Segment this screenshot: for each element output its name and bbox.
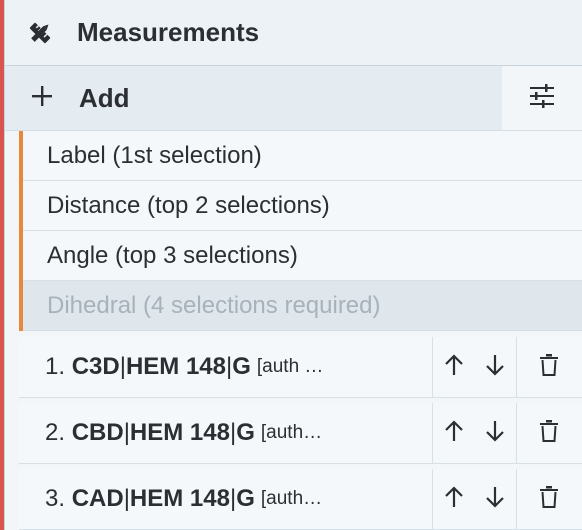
arrow-up-icon bbox=[444, 419, 464, 447]
add-measurement-menu: Label (1st selection) Distance (top 2 se… bbox=[19, 131, 582, 331]
arrow-down-icon bbox=[485, 486, 505, 513]
move-down-button[interactable] bbox=[474, 337, 516, 397]
add-button-label: Add bbox=[79, 82, 130, 113]
trash-icon bbox=[539, 485, 559, 513]
delete-button[interactable] bbox=[516, 337, 580, 397]
measurement-actions bbox=[432, 337, 580, 397]
delete-button[interactable] bbox=[516, 469, 580, 529]
measurement-label[interactable]: 1. C3D | HEM 148 | G [auth … bbox=[19, 337, 432, 397]
panel-title: Measurements bbox=[77, 17, 260, 47]
menu-item-label[interactable]: Label (1st selection) bbox=[23, 131, 582, 181]
measurements-panel: Measurements Add Label (1st selection) D… bbox=[4, 0, 582, 530]
menu-item-angle[interactable]: Angle (top 3 selections) bbox=[23, 231, 582, 281]
move-up-button[interactable] bbox=[432, 403, 474, 463]
panel-header[interactable]: Measurements bbox=[5, 0, 582, 66]
arrow-up-icon bbox=[444, 353, 464, 381]
trash-icon bbox=[539, 419, 559, 447]
measurement-list: 1. C3D | HEM 148 | G [auth … 2. CBD | HEM… bbox=[19, 337, 582, 530]
measurement-row: 3. CAD | HEM 148 | G [auth… bbox=[19, 469, 582, 530]
add-measurement-button[interactable]: Add bbox=[5, 66, 502, 130]
move-up-button[interactable] bbox=[432, 469, 474, 529]
plus-icon bbox=[31, 83, 55, 113]
menu-item-distance[interactable]: Distance (top 2 selections) bbox=[23, 181, 582, 231]
measurement-row: 2. CBD | HEM 148 | G [auth… bbox=[19, 403, 582, 464]
arrow-up-icon bbox=[444, 485, 464, 513]
measurement-label[interactable]: 3. CAD | HEM 148 | G [auth… bbox=[19, 469, 432, 529]
add-toolbar: Add bbox=[5, 66, 582, 131]
trash-icon bbox=[539, 353, 559, 381]
delete-button[interactable] bbox=[516, 403, 580, 463]
arrow-down-icon bbox=[485, 354, 505, 381]
move-down-button[interactable] bbox=[474, 469, 516, 529]
measurement-options-button[interactable] bbox=[502, 66, 582, 130]
menu-item-dihedral: Dihedral (4 selections required) bbox=[23, 281, 582, 331]
measurement-actions bbox=[432, 469, 580, 529]
measurement-actions bbox=[432, 403, 580, 463]
move-up-button[interactable] bbox=[432, 337, 474, 397]
arrow-down-icon bbox=[485, 420, 505, 447]
move-down-button[interactable] bbox=[474, 403, 516, 463]
sliders-icon bbox=[529, 83, 555, 113]
ruler-pencil-icon bbox=[25, 18, 55, 48]
measurement-row: 1. C3D | HEM 148 | G [auth … bbox=[19, 337, 582, 398]
measurement-label[interactable]: 2. CBD | HEM 148 | G [auth… bbox=[19, 403, 432, 463]
